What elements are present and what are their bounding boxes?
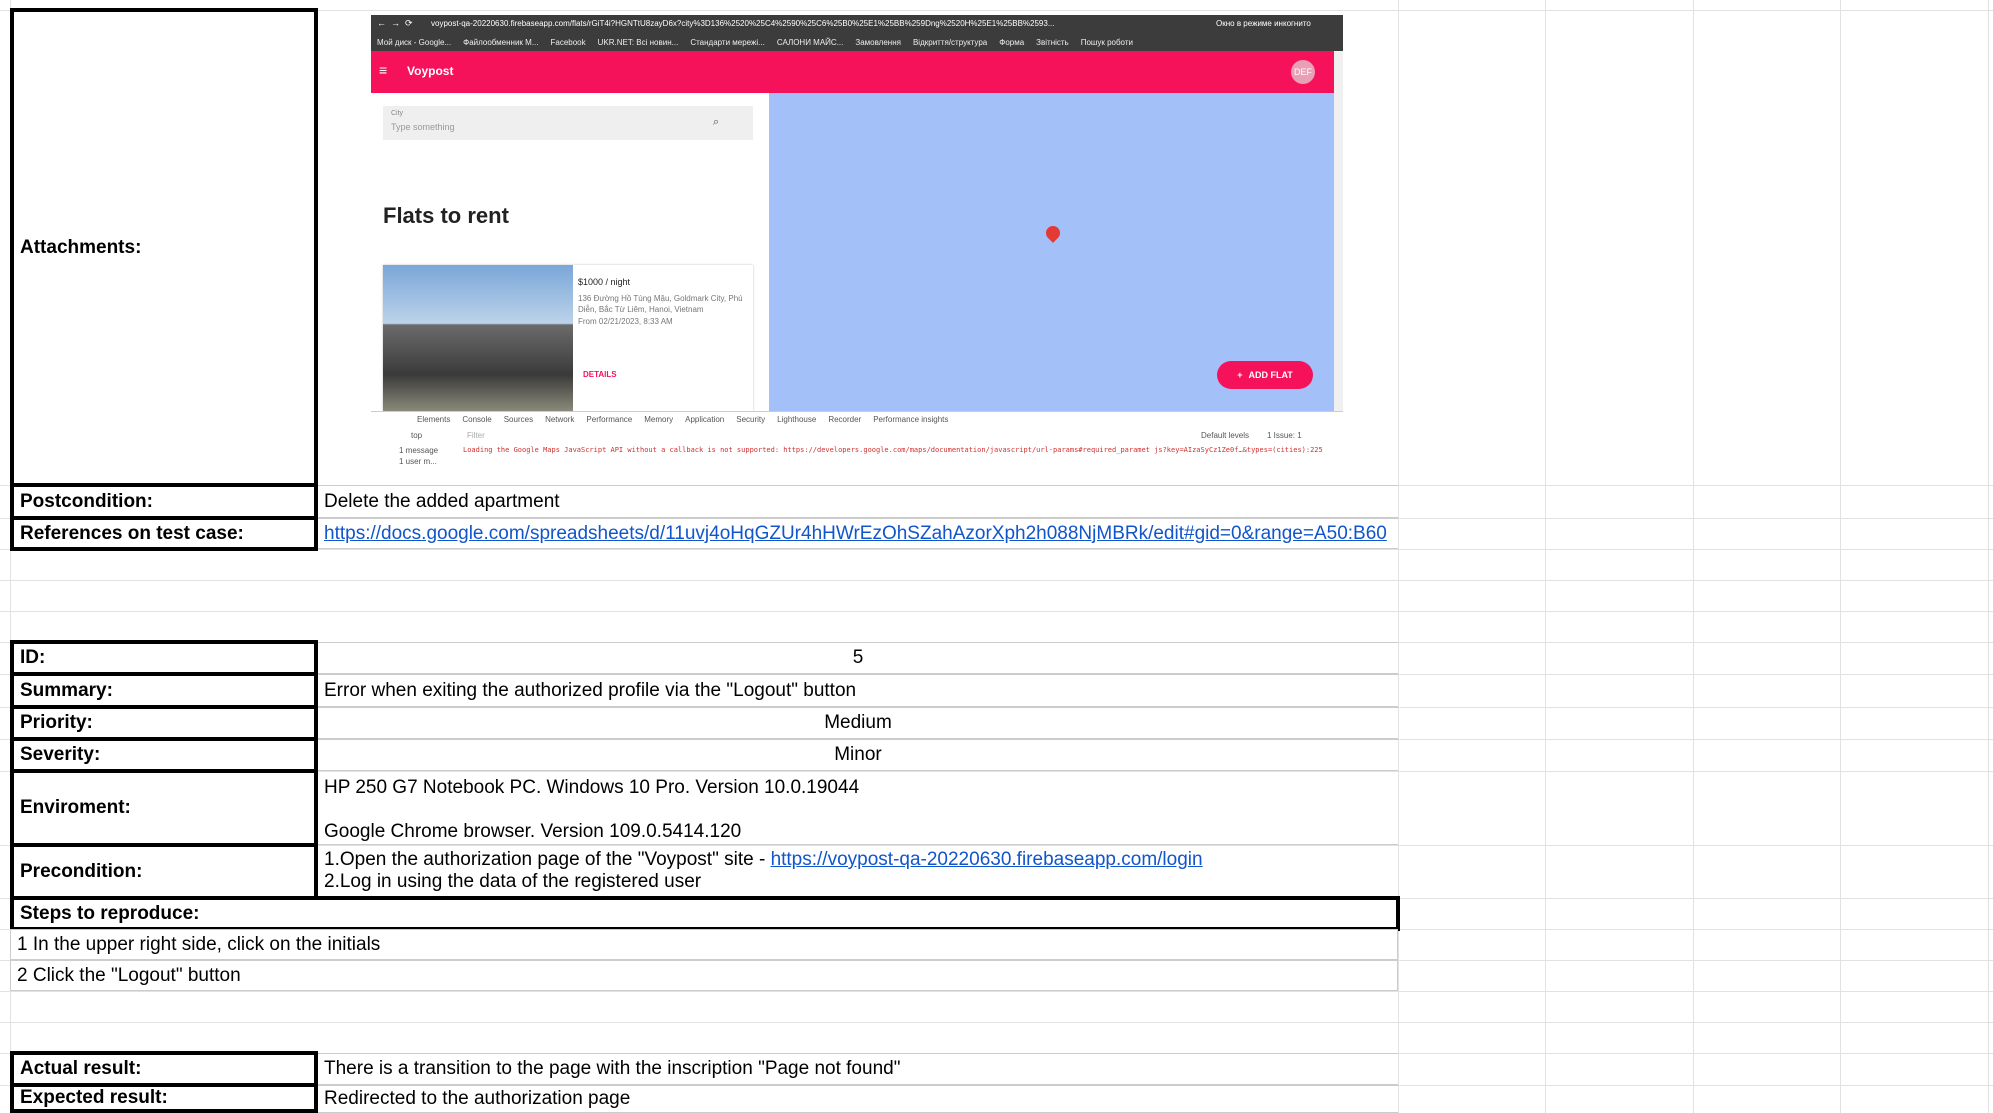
flats-heading: Flats to rent xyxy=(383,203,509,228)
bookmark-item: Відкриття/структура xyxy=(912,37,988,47)
priority-value[interactable]: Medium xyxy=(318,707,1398,739)
expected-result-value[interactable]: Redirected to the authorization page xyxy=(318,1085,1398,1113)
summary-label: Summary: xyxy=(10,672,318,709)
environment-line-1: HP 250 G7 Notebook PC. Windows 10 Pro. V… xyxy=(324,777,860,798)
login-page-link[interactable]: https://voypost-qa-20220630.firebaseapp.… xyxy=(771,849,1203,870)
devtools-tab[interactable]: Application xyxy=(685,415,724,424)
steps-label: Steps to reproduce: xyxy=(10,896,1400,931)
postcondition-value[interactable]: Delete the added apartment xyxy=(318,485,1398,518)
plus-icon: + xyxy=(1237,370,1243,380)
bookmark-item: UKR.NET: Всі новин... xyxy=(597,37,679,47)
devtools-tab[interactable]: Console xyxy=(462,415,491,424)
flat-date: From 02/21/2023, 8:33 AM xyxy=(578,317,673,326)
precondition-line-2: 2.Log in using the data of the registere… xyxy=(324,871,702,892)
devtools-panel: Elements Console Sources Network Perform… xyxy=(371,411,1343,467)
flat-price: $1000 / night xyxy=(578,277,631,287)
map-marker-icon xyxy=(1043,223,1063,243)
attachments-label: Attachments: xyxy=(10,8,318,487)
menu-icon: ≡ xyxy=(379,62,388,78)
bookmark-item: Файлообменник M... xyxy=(463,37,539,47)
devtools-tab[interactable]: Network xyxy=(545,415,574,424)
city-search: City Type something ⌕ xyxy=(383,106,753,140)
reload-icon: ⟳ xyxy=(405,18,413,28)
bookmark-item: Звітність xyxy=(1036,37,1069,47)
attachment-screenshot[interactable]: ← → ⟳ voypost-qa-20220630.firebaseapp.co… xyxy=(371,15,1343,467)
forward-icon: → xyxy=(391,18,400,28)
id-label: ID: xyxy=(10,640,318,676)
environment-line-2: Google Chrome browser. Version 109.0.541… xyxy=(324,821,742,842)
city-label: City xyxy=(391,110,404,117)
add-flat-button[interactable]: + ADD FLAT xyxy=(1217,361,1313,389)
app-title: Voypost xyxy=(407,64,454,78)
add-flat-label: ADD FLAT xyxy=(1248,370,1293,380)
flats-panel: City Type something ⌕ Flats to rent $100… xyxy=(371,93,771,411)
priority-label: Priority: xyxy=(10,705,318,741)
avatar: DEF xyxy=(1291,60,1315,84)
bookmark-item: Стандарти мережі... xyxy=(690,37,765,47)
city-placeholder: Type something xyxy=(391,122,455,132)
bookmarks-bar: Мой диск - Google... Файлообменник M... … xyxy=(371,33,1343,51)
summary-value[interactable]: Error when exiting the authorized profil… xyxy=(318,674,1398,707)
incognito-label: Окно в режиме инкогнито xyxy=(1216,19,1311,28)
devtools-tab[interactable]: Lighthouse xyxy=(777,415,816,424)
bookmark-item: Пошук роботи xyxy=(1080,37,1133,47)
context-select[interactable]: top xyxy=(411,431,422,440)
bookmark-item: Мой диск - Google... xyxy=(377,37,452,47)
devtools-tab[interactable]: Performance insights xyxy=(873,415,948,424)
actual-result-value[interactable]: There is a transition to the page with t… xyxy=(318,1053,1398,1085)
environment-value[interactable]: HP 250 G7 Notebook PC. Windows 10 Pro. V… xyxy=(318,771,1398,845)
default-levels[interactable]: Default levels xyxy=(1201,431,1249,440)
console-side-message: 1 user m... xyxy=(399,457,437,466)
search-icon: ⌕ xyxy=(713,116,720,128)
flat-address: 136 Đường Hồ Tùng Mậu, Goldmark City, Ph… xyxy=(578,294,743,314)
step-2[interactable]: 2 Click the "Logout" button xyxy=(10,960,1398,991)
expected-result-label: Expected result: xyxy=(10,1083,318,1113)
map[interactable]: + ADD FLAT xyxy=(769,93,1334,411)
devtools-tabs: Elements Console Sources Network Perform… xyxy=(417,415,948,424)
bookmark-item: Форма xyxy=(999,37,1025,47)
id-value[interactable]: 5 xyxy=(318,642,1398,674)
precondition-line-1: 1.Open the authorization page of the "Vo… xyxy=(324,849,1203,871)
bookmark-item: Замовлення xyxy=(855,37,901,47)
flat-photo xyxy=(383,265,573,411)
devtools-tab[interactable]: Recorder xyxy=(828,415,861,424)
devtools-tab[interactable]: Performance xyxy=(586,415,632,424)
references-link[interactable]: https://docs.google.com/spreadsheets/d/1… xyxy=(324,523,1387,545)
severity-label: Severity: xyxy=(10,737,318,773)
browser-toolbar: ← → ⟳ voypost-qa-20220630.firebaseapp.co… xyxy=(371,15,1343,33)
back-icon: ← xyxy=(377,18,386,28)
devtools-tab[interactable]: Security xyxy=(736,415,765,424)
flat-card: $1000 / night 136 Đường Hồ Tùng Mậu, Gol… xyxy=(383,265,753,411)
precondition-label: Precondition: xyxy=(10,843,318,900)
page-scrollbar[interactable] xyxy=(1334,51,1343,411)
precondition-value[interactable]: 1.Open the authorization page of the "Vo… xyxy=(318,845,1398,898)
postcondition-label: Postcondition: xyxy=(10,483,318,520)
console-filter[interactable]: Filter xyxy=(467,431,485,440)
console-side-message: 1 message xyxy=(399,446,439,455)
issues-counter[interactable]: 1 Issue: 1 xyxy=(1267,431,1302,440)
references-label: References on test case: xyxy=(10,516,318,551)
devtools-tab[interactable]: Elements xyxy=(417,415,450,424)
environment-label: Enviroment: xyxy=(10,769,318,847)
address-bar: voypost-qa-20220630.firebaseapp.com/flat… xyxy=(431,19,1055,28)
app-header: ≡ Voypost DEF xyxy=(371,51,1343,93)
severity-value[interactable]: Minor xyxy=(318,739,1398,771)
details-button[interactable]: DETAILS xyxy=(583,370,617,379)
bookmark-item: Facebook xyxy=(550,37,586,47)
precondition-line-1-text: 1.Open the authorization page of the "Vo… xyxy=(324,849,771,870)
actual-result-label: Actual result: xyxy=(10,1051,318,1087)
devtools-tab[interactable]: Sources xyxy=(504,415,533,424)
step-1[interactable]: 1 In the upper right side, click on the … xyxy=(10,929,1398,960)
bookmark-item: САЛОНИ МАЙС... xyxy=(776,37,844,47)
references-cell[interactable]: https://docs.google.com/spreadsheets/d/1… xyxy=(318,518,1398,549)
console-error: Loading the Google Maps JavaScript API w… xyxy=(463,446,1323,454)
devtools-tab[interactable]: Memory xyxy=(644,415,673,424)
